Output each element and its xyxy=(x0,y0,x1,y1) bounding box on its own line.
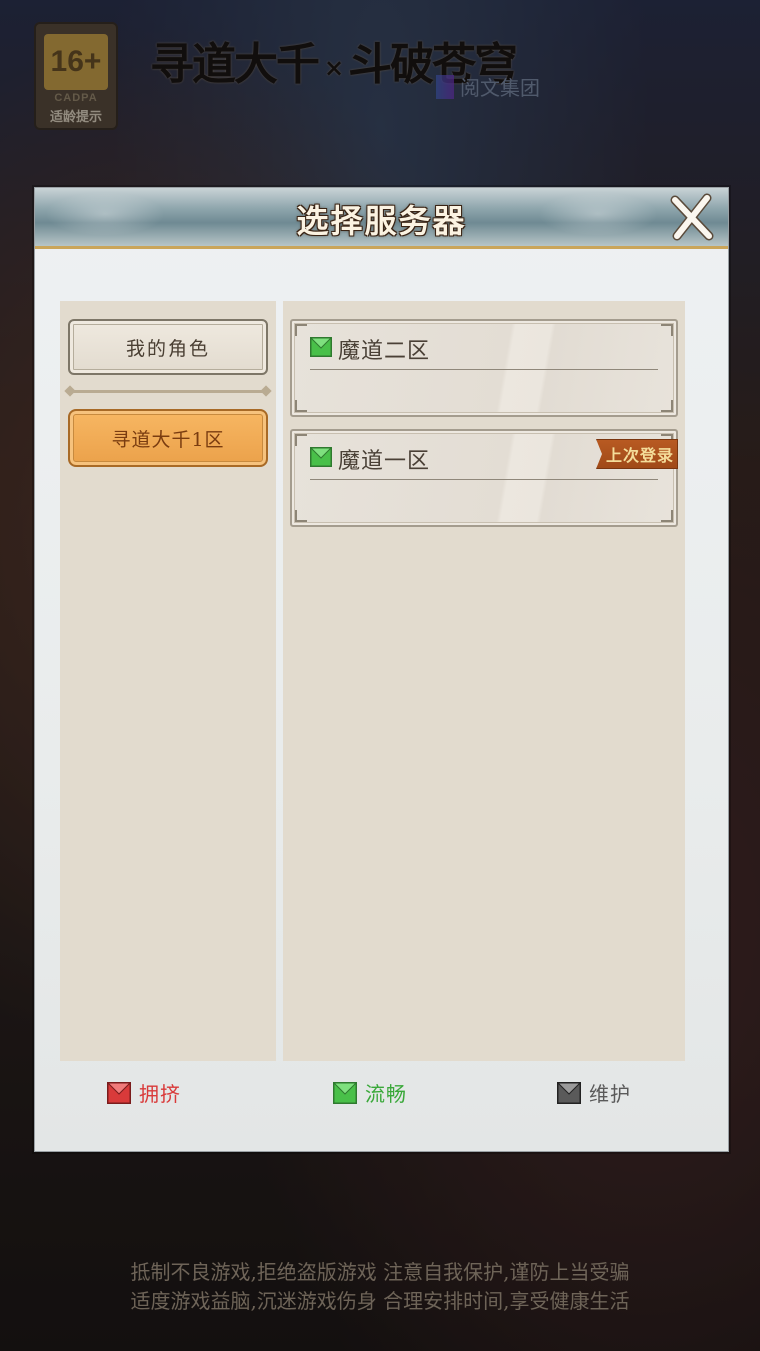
zone-list-panel: 我的角色 寻道大千1区 xyxy=(60,301,276,1061)
status-smooth-icon xyxy=(310,337,332,357)
last-login-badge: 上次登录 xyxy=(596,439,678,469)
status-legend: 拥挤 流畅 维护 xyxy=(35,1078,728,1110)
legend-crowded: 拥挤 xyxy=(107,1078,181,1107)
zone-tab-selected[interactable]: 寻道大千1区 xyxy=(68,409,268,467)
server-card[interactable]: 魔道二区 xyxy=(290,319,678,417)
legend-label: 流畅 xyxy=(365,1082,407,1106)
dialog-title: 选择服务器 xyxy=(296,202,467,240)
health-notice-line1: 抵制不良游戏,拒绝盗版游戏 注意自我保护,谨防上当受骗 xyxy=(130,1260,630,1284)
health-notice: 抵制不良游戏,拒绝盗版游戏 注意自我保护,谨防上当受骗 适度游戏益脑,沉迷游戏伤… xyxy=(0,1258,760,1316)
status-maintenance-icon xyxy=(557,1081,581,1104)
close-x-icon xyxy=(670,193,714,241)
status-smooth-icon xyxy=(333,1081,357,1104)
health-notice-line2: 适度游戏益脑,沉迷游戏伤身 合理安排时间,享受健康生活 xyxy=(130,1289,630,1313)
my-roles-button[interactable]: 我的角色 xyxy=(68,319,268,375)
legend-label: 维护 xyxy=(589,1082,631,1106)
server-card[interactable]: 魔道一区 上次登录 xyxy=(290,429,678,527)
server-list-panel: 魔道二区 魔道一区 上次登录 xyxy=(283,301,685,1061)
zone-divider xyxy=(68,390,268,393)
dialog-header: 选择服务器 xyxy=(35,188,728,249)
server-name: 魔道二区 xyxy=(338,339,431,364)
server-name: 魔道一区 xyxy=(338,449,431,474)
legend-maintenance: 维护 xyxy=(557,1078,631,1107)
legend-label: 拥挤 xyxy=(139,1082,181,1106)
legend-smooth: 流畅 xyxy=(333,1078,407,1107)
status-crowded-icon xyxy=(107,1081,131,1104)
status-smooth-icon xyxy=(310,447,332,467)
server-select-dialog: 选择服务器 我的角色 寻道大千1区 魔道二区 魔道一区 上次登录 拥挤 流畅 维… xyxy=(34,187,729,1152)
close-button[interactable] xyxy=(665,192,717,244)
